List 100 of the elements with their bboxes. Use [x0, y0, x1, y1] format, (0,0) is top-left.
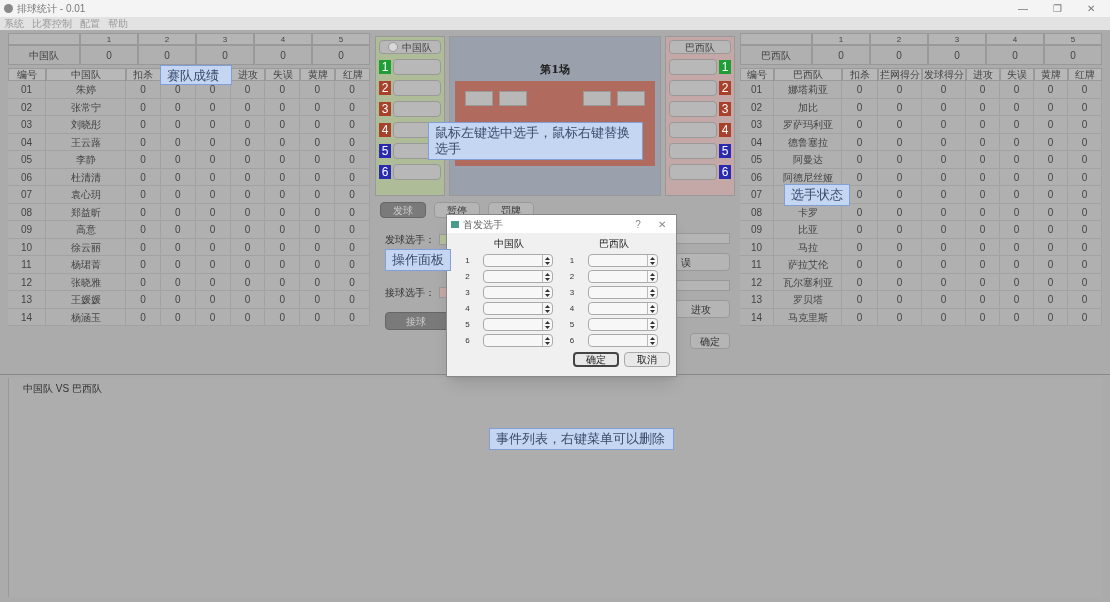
position-number: 5 — [379, 144, 391, 158]
player-select[interactable] — [483, 286, 554, 299]
callout-tooltip: 操作面板 — [385, 249, 451, 271]
spin-arrows-icon — [646, 303, 657, 314]
table-cell: 0 — [1068, 291, 1102, 309]
row-number: 6 — [569, 334, 576, 347]
column-header: 编号 — [8, 68, 46, 81]
position-number: 5 — [719, 144, 731, 158]
player-slot[interactable] — [669, 80, 717, 96]
table-cell: 0 — [966, 291, 1000, 309]
set-score-cell: 0 — [1044, 45, 1102, 65]
table-cell: 0 — [265, 256, 301, 274]
table-cell: 0 — [842, 81, 878, 99]
team-button[interactable]: 巴西队 — [669, 40, 731, 54]
table-cell: 0 — [922, 116, 966, 134]
close-button[interactable]: ✕ — [652, 216, 672, 232]
player-select[interactable] — [587, 318, 658, 331]
table-cell: 0 — [1068, 221, 1102, 239]
set-header: 2 — [870, 33, 928, 45]
player-select[interactable] — [587, 334, 658, 347]
table-cell: 0 — [878, 221, 922, 239]
table-cell: 0 — [842, 291, 878, 309]
spin-arrows-icon — [542, 255, 553, 266]
player-select[interactable] — [483, 318, 554, 331]
help-button[interactable]: ? — [628, 216, 648, 232]
player-slot[interactable] — [393, 59, 441, 75]
app-icon — [4, 4, 13, 13]
table-cell: 0 — [335, 81, 370, 99]
table-cell: 03 — [740, 116, 774, 134]
set-score-cell: 0 — [80, 45, 138, 65]
table-cell: 0 — [335, 186, 370, 204]
window-control[interactable]: ❐ — [1042, 1, 1072, 16]
window-control[interactable]: — — [1008, 1, 1038, 16]
team-button[interactable]: 中国队 — [379, 40, 441, 54]
player-slot[interactable] — [669, 59, 717, 75]
table-cell: 0 — [230, 116, 266, 134]
table-cell: 0 — [1068, 81, 1102, 99]
table-cell: 05 — [8, 151, 46, 169]
player-position[interactable] — [617, 90, 645, 106]
table-cell: 0 — [922, 221, 966, 239]
player-select[interactable] — [483, 334, 554, 347]
column-header: 进攻 — [230, 68, 266, 81]
event-tree-item[interactable]: 中国队 VS 巴西队 — [23, 381, 1102, 396]
player-name-cell: 王媛媛 — [46, 291, 126, 309]
player-slot[interactable] — [669, 101, 717, 117]
table-cell: 0 — [1034, 291, 1068, 309]
player-slot[interactable] — [393, 164, 441, 180]
table-cell: 0 — [878, 151, 922, 169]
player-slot[interactable] — [393, 101, 441, 117]
table-cell: 0 — [265, 291, 301, 309]
header-corner-cell — [8, 33, 80, 45]
player-select[interactable] — [587, 254, 658, 267]
row-number: 5 — [569, 318, 576, 331]
set-header: 5 — [1044, 33, 1102, 45]
table-cell: 11 — [8, 256, 46, 274]
table-cell: 0 — [300, 81, 336, 99]
dialog-title: 首发选手 — [463, 217, 504, 232]
set-header: 5 — [312, 33, 370, 45]
column-header: 黄牌 — [1034, 68, 1068, 81]
column-header: 拦网得分 — [878, 68, 922, 81]
player-select[interactable] — [587, 270, 658, 283]
position-number: 3 — [719, 102, 731, 116]
table-cell: 0 — [842, 221, 878, 239]
position-number: 6 — [719, 165, 731, 179]
table-cell: 11 — [740, 256, 774, 274]
player-name-cell: 比亚 — [774, 221, 842, 239]
player-select[interactable] — [587, 302, 658, 315]
player-slot[interactable] — [669, 122, 717, 138]
table-cell: 0 — [195, 221, 231, 239]
spin-arrows-icon — [646, 287, 657, 298]
action-button[interactable]: 发球 — [380, 202, 426, 218]
window-control[interactable]: ✕ — [1076, 1, 1106, 16]
player-select[interactable] — [587, 286, 658, 299]
dialog-button[interactable]: 取消 — [624, 352, 670, 367]
player-position[interactable] — [465, 90, 493, 106]
player-name-cell: 李静 — [46, 151, 126, 169]
table-cell: 0 — [335, 221, 370, 239]
player-slot[interactable] — [393, 80, 441, 96]
table-cell: 13 — [740, 291, 774, 309]
column-header: 扣杀 — [126, 68, 161, 81]
player-slot[interactable] — [669, 143, 717, 159]
table-cell: 0 — [922, 291, 966, 309]
player-select[interactable] — [483, 254, 554, 267]
row-number: 3 — [569, 286, 576, 299]
spin-arrows-icon — [542, 303, 553, 314]
set-score-cell: 0 — [138, 45, 196, 65]
player-select[interactable] — [483, 302, 554, 315]
dialog-button[interactable]: 确定 — [573, 352, 619, 367]
confirm-button[interactable]: 确定 — [690, 333, 730, 349]
table-cell: 0 — [922, 151, 966, 169]
table-cell: 0 — [160, 221, 196, 239]
player-position[interactable] — [583, 90, 611, 106]
table-cell: 01 — [8, 81, 46, 99]
table-cell: 0 — [230, 291, 266, 309]
player-name-cell: 阿曼达 — [774, 151, 842, 169]
table-cell: 0 — [230, 186, 266, 204]
table-cell: 0 — [842, 256, 878, 274]
player-position[interactable] — [499, 90, 527, 106]
player-select[interactable] — [483, 270, 554, 283]
player-slot[interactable] — [669, 164, 717, 180]
